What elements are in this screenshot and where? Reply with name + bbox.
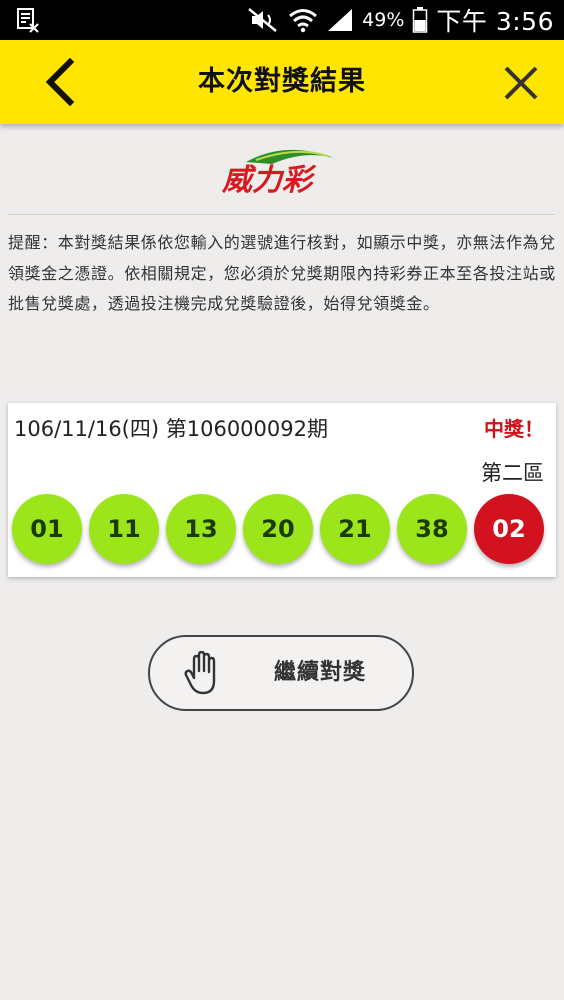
continue-check-button[interactable]: 繼續對獎 (148, 635, 414, 711)
wifi-icon (289, 9, 318, 33)
number-ball: 13 (166, 494, 236, 564)
draw-info: 106/11/16(四) 第106000092期 (14, 417, 328, 441)
clock: 下午 3:56 (436, 7, 554, 36)
win-label: 中獎！ (484, 417, 544, 441)
battery-icon (413, 7, 428, 33)
hand-icon (184, 651, 216, 695)
number-balls: 01 11 13 20 21 38 02 (12, 494, 544, 564)
number-ball: 21 (320, 494, 390, 564)
close-icon[interactable] (496, 58, 546, 108)
chevron-left-icon[interactable] (36, 54, 92, 110)
divider (8, 214, 555, 215)
continue-label: 繼續對獎 (274, 660, 367, 685)
notice-text: 提醒：本對獎結果係依您輸入的選號進行核對，如顯示中獎，亦無法作為兌領獎金之憑證。… (8, 233, 556, 313)
number-ball: 01 (12, 494, 82, 564)
battery-percent: 49% (362, 9, 405, 31)
status-bar: 49% 下午 3:56 (0, 0, 564, 40)
mute-icon (248, 8, 277, 32)
number-ball: 38 (397, 494, 467, 564)
number-ball: 20 (243, 494, 313, 564)
signal-icon (328, 9, 353, 31)
special-number-ball: 02 (474, 494, 544, 564)
lottery-logo: 威力彩 (221, 149, 334, 198)
logo-text: 威力彩 (221, 163, 317, 198)
zone-label: 第二區 (481, 461, 544, 485)
result-card: 106/11/16(四) 第106000092期 中獎！ 第二區 01 11 1… (8, 403, 556, 577)
number-ball: 11 (89, 494, 159, 564)
sim-info-icon (17, 8, 39, 33)
app-header: 本次對獎結果 (0, 40, 564, 124)
